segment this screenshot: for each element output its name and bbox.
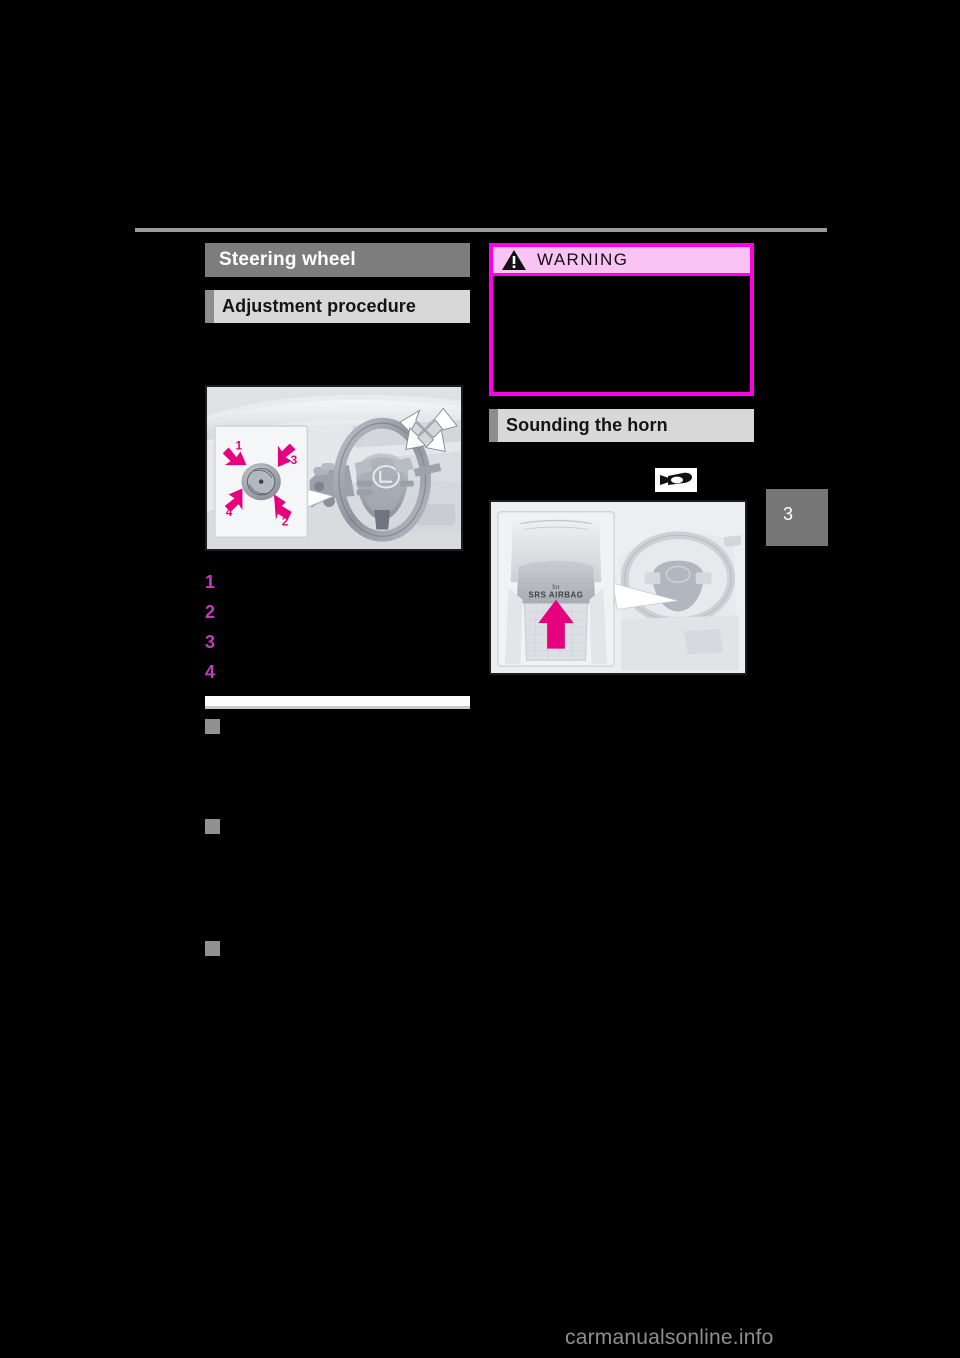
numbered-step: 4 [205, 663, 470, 682]
subsection-bullet-title [225, 720, 470, 733]
body-text-block [205, 957, 470, 1287]
subsection-separator [205, 696, 470, 709]
pad-label-line2: SRS AIRBAG [528, 591, 583, 600]
warning-label: WARNING [537, 250, 629, 269]
page-header-rule [135, 228, 827, 232]
body-text-block [205, 835, 470, 931]
right-column: WARNING Sounding the horn for SRS AIRBAG [489, 243, 754, 675]
numbered-step-list: 1 2 3 4 [205, 573, 470, 682]
warning-box-header: WARNING [493, 247, 750, 276]
step-text [227, 663, 470, 677]
left-column: Steering wheel Adjustment procedure 1 3 … [205, 243, 470, 1287]
subsection-heading-label: Adjustment procedure [222, 296, 417, 316]
numbered-step: 3 [205, 633, 470, 652]
subsection-heading-sounding-the-horn: Sounding the horn [489, 409, 754, 442]
svg-text:3: 3 [291, 454, 298, 467]
subsection-bullet-heading [205, 940, 470, 957]
warning-triangle-icon [502, 250, 526, 270]
numbered-step: 2 [205, 603, 470, 622]
body-text-block [205, 735, 470, 809]
horn-icon-row [489, 468, 754, 492]
warning-box-body [493, 276, 750, 392]
horn-pad-illustration: for SRS AIRBAG [489, 500, 747, 675]
step-number: 3 [205, 632, 216, 652]
subsection-bullet-title [225, 942, 470, 955]
steering-wheel-tilt-telescopic-illustration: 1 3 4 2 [205, 385, 463, 551]
subsection-heading-label: Sounding the horn [506, 415, 668, 435]
subsection-bullet-heading [205, 818, 470, 835]
step-text [227, 573, 470, 587]
subsection-bullet-heading [205, 718, 470, 735]
warning-box: WARNING [489, 243, 754, 396]
step-text [227, 633, 470, 647]
square-bullet-icon [205, 941, 220, 956]
numbered-step: 1 [205, 573, 470, 592]
manual-page: Steering wheel Adjustment procedure 1 3 … [0, 0, 960, 1358]
step-number: 1 [205, 572, 216, 592]
step-text [227, 603, 470, 617]
step-number: 2 [205, 602, 216, 622]
chapter-number: 3 [783, 504, 794, 524]
subsection-bullet-title [225, 820, 470, 833]
site-watermark: carmanualsonline.info [565, 1326, 774, 1349]
svg-text:1: 1 [236, 440, 243, 453]
svg-text:4: 4 [226, 506, 233, 519]
subsection-heading-adjustment-procedure: Adjustment procedure [205, 290, 470, 323]
square-bullet-icon [205, 819, 220, 834]
chapter-thumb-tab [766, 489, 828, 546]
square-bullet-icon [205, 719, 220, 734]
horn-icon [655, 468, 697, 492]
step-number: 4 [205, 662, 216, 682]
svg-text:2: 2 [282, 516, 289, 529]
section-heading-label: Steering wheel [219, 249, 356, 270]
section-heading-steering-wheel: Steering wheel [205, 243, 470, 277]
